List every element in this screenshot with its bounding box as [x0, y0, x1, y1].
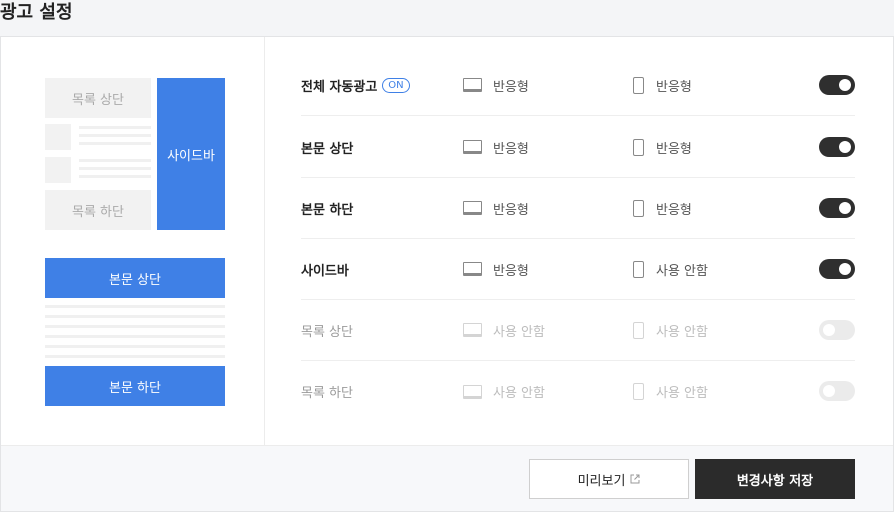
toggle-knob: [839, 202, 851, 214]
preview-text-line: [79, 175, 151, 178]
monitor-icon: [463, 384, 482, 399]
pc-ad-type-value: 사용 안함: [493, 324, 545, 340]
monitor-icon: [463, 78, 482, 92]
toggle-list-bottom[interactable]: [819, 381, 855, 401]
preview-button[interactable]: 미리보기: [529, 459, 689, 499]
pc-ad-type[interactable]: 반응형: [463, 55, 529, 115]
mobile-ad-type[interactable]: 반응형: [633, 178, 692, 238]
monitor-icon: [463, 262, 482, 276]
mobile-ad-type-value: 반응형: [656, 141, 692, 157]
ad-settings-panel: 목록 상단 사이드바 목록 하단 본문 상단 본문 하단 전체 자동광고 ON: [0, 36, 894, 512]
setting-row-body-top: 본문 상단 반응형 반응형: [301, 117, 855, 178]
setting-row-sidebar: 사이드바 반응형 사용 안함: [301, 239, 855, 300]
toggle-knob: [839, 141, 851, 153]
mobile-ad-type-value: 반응형: [656, 79, 692, 95]
pc-ad-type[interactable]: 반응형: [463, 117, 529, 177]
pc-ad-type-value: 반응형: [493, 202, 529, 218]
preview-text-line: [79, 159, 151, 162]
mobile-ad-type-value: 반응형: [656, 202, 692, 218]
mobile-ad-type[interactable]: 반응형: [633, 117, 692, 177]
preview-text-line: [79, 167, 151, 170]
monitor-icon: [463, 140, 482, 154]
row-label: 본문 상단: [301, 141, 354, 157]
pc-ad-type[interactable]: 반응형: [463, 178, 529, 238]
preview-body-line: [45, 335, 225, 338]
preview-thumbnail: [45, 157, 71, 183]
row-label: 목록 하단: [301, 386, 353, 401]
preview-text-line: [79, 126, 151, 129]
external-link-icon: [630, 474, 640, 484]
preview-text-line: [79, 134, 151, 137]
setting-row-auto-ads: 전체 자동광고 ON 반응형 반응형: [301, 55, 855, 116]
status-badge: ON: [382, 77, 410, 93]
toggle-knob: [839, 263, 851, 275]
row-label: 전체 자동광고 ON: [301, 55, 410, 115]
mobile-phone-icon: [633, 383, 644, 400]
preview-body-line: [45, 315, 225, 318]
mobile-phone-icon: [633, 199, 644, 217]
toggle-knob: [839, 79, 851, 91]
mobile-ad-type-value: 사용 안함: [656, 324, 708, 340]
toggle-knob: [823, 385, 835, 397]
preview-body-bottom: 본문 하단: [45, 366, 225, 406]
pc-ad-type-value: 반응형: [493, 263, 529, 279]
mobile-ad-type-value: 사용 안함: [656, 386, 708, 401]
toggle-auto-ads[interactable]: [819, 75, 855, 95]
setting-row-body-bottom: 본문 하단 반응형 반응형: [301, 178, 855, 239]
preview-body-top: 본문 상단: [45, 258, 225, 298]
pc-ad-type-value: 반응형: [493, 141, 529, 157]
mobile-phone-icon: [633, 138, 644, 156]
mobile-phone-icon: [633, 76, 644, 94]
pc-ad-type[interactable]: 사용 안함: [463, 300, 545, 360]
row-label-text: 전체 자동광고: [301, 79, 378, 95]
preview-list-bottom: 목록 하단: [45, 190, 151, 230]
save-changes-button[interactable]: 변경사항 저장: [695, 459, 855, 499]
preview-sidebar: 사이드바: [157, 78, 225, 230]
preview-body-line: [45, 345, 225, 348]
row-label: 사이드바: [301, 263, 349, 279]
pc-ad-type[interactable]: 반응형: [463, 239, 529, 299]
mobile-ad-type-value: 사용 안함: [656, 263, 708, 279]
toggle-list-top[interactable]: [819, 320, 855, 340]
layout-preview: 목록 상단 사이드바 목록 하단 본문 상단 본문 하단: [1, 37, 265, 445]
setting-row-list-top: 목록 상단 사용 안함 사용 안함: [301, 300, 855, 361]
preview-body-line: [45, 305, 225, 308]
monitor-icon: [463, 323, 482, 337]
toggle-body-bottom[interactable]: [819, 198, 855, 218]
mobile-ad-type[interactable]: 사용 안함: [633, 239, 708, 299]
preview-text-line: [79, 142, 151, 145]
mobile-phone-icon: [633, 321, 644, 339]
mobile-ad-type[interactable]: 사용 안함: [633, 300, 708, 360]
monitor-icon: [463, 201, 482, 215]
mobile-ad-type[interactable]: 반응형: [633, 55, 692, 115]
row-label: 본문 하단: [301, 202, 354, 218]
toggle-body-top[interactable]: [819, 137, 855, 157]
footer-actions: 미리보기 변경사항 저장: [1, 445, 893, 511]
toggle-knob: [823, 324, 835, 336]
mobile-phone-icon: [633, 260, 644, 278]
preview-body-line: [45, 325, 225, 328]
toggle-sidebar[interactable]: [819, 259, 855, 279]
mobile-ad-type[interactable]: 사용 안함: [633, 361, 708, 422]
setting-row-list-bottom: 목록 하단 사용 안함 사용 안함: [301, 361, 855, 422]
preview-thumbnail: [45, 124, 71, 150]
pc-ad-type-value: 반응형: [493, 79, 529, 95]
pc-ad-type[interactable]: 사용 안함: [463, 361, 545, 422]
preview-button-label: 미리보기: [577, 473, 626, 489]
preview-list-top: 목록 상단: [45, 78, 151, 118]
preview-body-line: [45, 355, 225, 358]
page-title: 광고 설정: [0, 2, 73, 23]
row-label: 목록 상단: [301, 324, 353, 340]
pc-ad-type-value: 사용 안함: [493, 386, 545, 401]
